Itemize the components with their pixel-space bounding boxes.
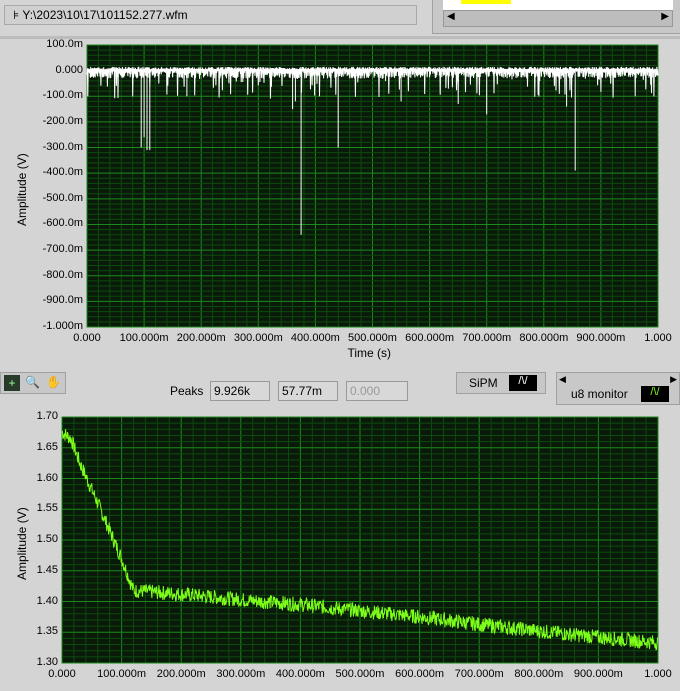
u8-monitor-graph[interactable] [0,408,680,691]
y-tick-label: -1.000m [42,320,83,332]
scroll-left-icon[interactable]: ◀ [447,11,455,22]
y-tick-label: -100.0m [42,89,83,102]
horizontal-scrollbar[interactable]: ◀ ▶ [443,10,673,27]
x-axis-title: Time (s) [347,346,392,360]
y-tick-label: 1.30 [36,656,58,668]
file-path-field[interactable]: ⊧ Y:\2023\10\17\101152.277.wfm [4,5,417,25]
y-tick-label: 1.70 [36,410,58,422]
scroll-right-icon[interactable]: ▶ [661,11,669,22]
peaks-label: Peaks [170,384,204,398]
y-axis-title: Amplitude (V) [15,507,29,580]
y-tick-label: 1.60 [36,471,58,484]
green-line-swatch-icon: /\/ [641,386,669,402]
legend-u8[interactable]: ◀ ▶ u8 monitor /\/ [556,372,680,405]
legend-sipm[interactable]: SiPM /\/ [456,372,546,394]
pan-tool-icon[interactable]: ✋ [46,375,61,389]
scroll-right-icon[interactable]: ▶ [670,374,677,385]
sipm-graph[interactable] [0,38,680,368]
scroll-left-icon[interactable]: ◀ [559,374,566,385]
peaks-value-1[interactable]: 9.926k [210,381,270,401]
y-tick-label: -800.0m [42,268,83,281]
y-tick-label: 1.35 [36,625,58,638]
y-axis-title: Amplitude (V) [15,153,29,226]
y-tick-label: 1.40 [36,594,58,607]
y-tick-label: -200.0m [42,114,83,127]
y-tick-label: 1.55 [36,502,58,515]
y-tick-label: 100.0m [46,38,83,50]
x-tick-label: 1.000 [644,332,672,344]
white-line-swatch-icon: /\/ [509,375,537,391]
y-tick-label: 0.000 [55,63,83,76]
y-tick-label: 1.50 [36,533,58,545]
cursor-tool-icon[interactable]: + [4,375,20,391]
y-tick-label: -300.0m [42,140,83,153]
peaks-value-2[interactable]: 57.77m [278,381,338,401]
y-tick-label: -900.0m [42,294,83,307]
legend-sipm-label: SiPM [469,376,498,390]
path-icon: ⊧ [13,8,23,22]
peaks-value-3: 0.000 [346,381,408,401]
data-table[interactable] [443,0,673,10]
legend-u8-label: u8 monitor [571,387,628,401]
graph-tools-palette: + 🔍 ✋ [0,372,66,394]
y-tick-label: -700.0m [42,243,83,256]
file-path-text: Y:\2023\10\17\101152.277.wfm [22,8,188,22]
y-tick-label: 1.45 [36,563,58,576]
zoom-tool-icon[interactable]: 🔍 [25,375,40,389]
x-tick-label: 1.000 [644,668,672,680]
y-tick-label: 1.65 [36,440,58,453]
